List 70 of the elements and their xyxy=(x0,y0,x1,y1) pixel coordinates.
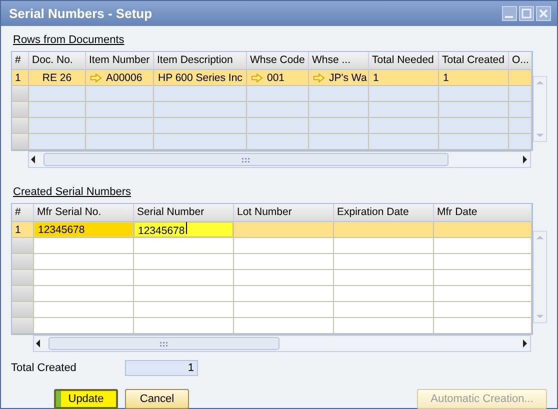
row-number[interactable]: 1 xyxy=(12,70,29,86)
table-cell: RE 26 xyxy=(29,70,86,86)
column-header[interactable]: Serial Number xyxy=(134,204,234,222)
column-header[interactable]: Total Created xyxy=(439,52,509,70)
link-arrow-icon[interactable] xyxy=(313,72,325,82)
link-arrow-icon[interactable] xyxy=(90,72,102,82)
table-cell xyxy=(309,102,369,118)
column-header[interactable]: Total Needed xyxy=(369,52,439,70)
row-header[interactable] xyxy=(12,86,29,102)
column-header[interactable]: Whse Code xyxy=(247,52,309,70)
column-header[interactable]: Whse ... xyxy=(309,52,369,70)
dialog-button[interactable]: Cancel xyxy=(125,389,189,409)
column-header[interactable]: O... xyxy=(509,52,532,70)
column-header[interactable]: Lot Number xyxy=(234,204,334,222)
table-cell xyxy=(247,102,309,118)
column-header[interactable]: # xyxy=(12,204,34,222)
table-cell xyxy=(369,118,439,134)
table-cell: 12345678 xyxy=(134,222,234,238)
column-header[interactable]: Item Description xyxy=(154,52,247,70)
table-cell xyxy=(247,118,309,134)
table-cell: JP's Wa xyxy=(309,70,369,86)
table-cell xyxy=(369,102,439,118)
column-header[interactable]: Item Number xyxy=(86,52,154,70)
table-cell xyxy=(309,86,369,102)
row-header[interactable] xyxy=(12,270,34,286)
field-label: Total Created xyxy=(11,362,78,374)
row-header[interactable] xyxy=(12,318,34,334)
minimize-icon[interactable] xyxy=(502,6,517,21)
row-header[interactable] xyxy=(12,134,29,150)
table-cell xyxy=(29,102,86,118)
table-cell: 001 xyxy=(247,70,309,86)
column-header[interactable]: Expiration Date xyxy=(334,204,434,222)
maximize-icon[interactable] xyxy=(519,6,534,21)
row-header[interactable] xyxy=(12,118,29,134)
column-header[interactable]: # xyxy=(12,52,29,70)
table-cell xyxy=(439,86,509,102)
window-title: Serial Numbers - Setup xyxy=(9,6,152,21)
table-cell xyxy=(86,118,154,134)
column-header[interactable]: Mfr Serial No. xyxy=(34,204,134,222)
link-arrow-icon[interactable] xyxy=(251,72,263,82)
section-heading: Rows from Documents xyxy=(13,34,124,46)
horizontal-scrollbar[interactable] xyxy=(28,151,531,168)
table-cell xyxy=(439,118,509,134)
row-header[interactable] xyxy=(12,102,29,118)
row-header[interactable] xyxy=(12,302,34,318)
table-cell xyxy=(509,70,532,86)
table-cell: A00006 xyxy=(86,70,154,86)
section-heading: Created Serial Numbers xyxy=(13,186,131,198)
row-header[interactable] xyxy=(12,238,34,254)
table-cell: HP 600 Series Inc xyxy=(154,70,247,86)
horizontal-scrollbar[interactable] xyxy=(33,335,531,352)
table-cell xyxy=(29,86,86,102)
table-cell xyxy=(86,102,154,118)
table-cell xyxy=(309,118,369,134)
table-cell xyxy=(86,86,154,102)
row-number[interactable]: 1 xyxy=(12,222,34,238)
table-cell xyxy=(369,86,439,102)
table-cell xyxy=(439,102,509,118)
table-cell xyxy=(29,118,86,134)
row-header[interactable] xyxy=(12,286,34,302)
row-header[interactable] xyxy=(12,254,34,270)
table-cell: 12345678 xyxy=(34,222,134,238)
table-cell xyxy=(247,86,309,102)
column-header[interactable]: Mfr Date xyxy=(434,204,532,222)
close-icon[interactable] xyxy=(536,6,551,21)
table-cell: 1 xyxy=(439,70,509,86)
total-created-field: 1 xyxy=(125,360,198,376)
column-header[interactable]: Doc. No. xyxy=(29,52,86,70)
table-cell: 1 xyxy=(369,70,439,86)
dialog-button[interactable]: Update xyxy=(54,389,118,409)
